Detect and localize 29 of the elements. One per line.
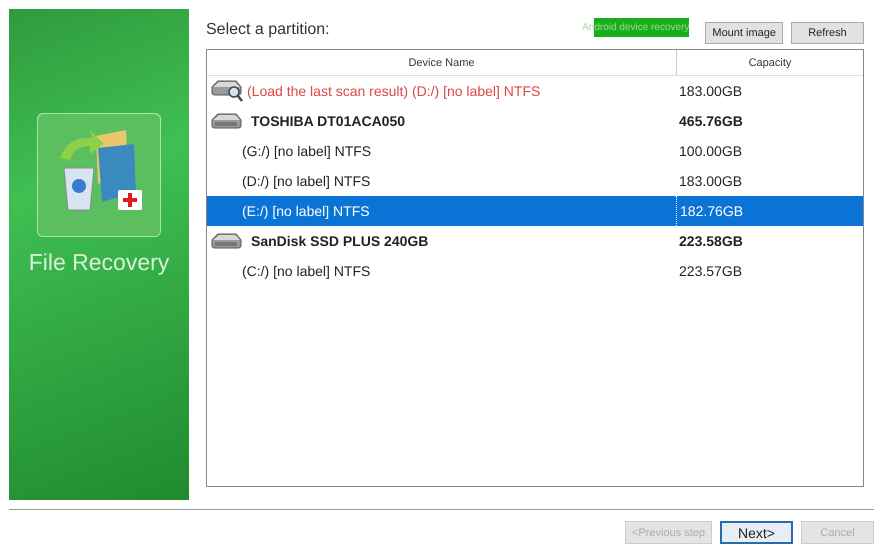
table-row[interactable]: (G:/) [no label] NTFS 100.00GB bbox=[207, 136, 863, 166]
device-name: SanDisk SSD PLUS 240GB bbox=[251, 233, 428, 249]
toolbar-button[interactable]: Refresh bbox=[791, 22, 864, 44]
capacity-cell-text: 183.00GB bbox=[678, 82, 744, 101]
capacity-cell-text: 223.58GB bbox=[678, 232, 744, 251]
table-row[interactable]: (Load the last scan result) (D:/) [no label] NTFS 183.00GB bbox=[207, 76, 863, 106]
capacity-cell: 182.76GB bbox=[676, 196, 863, 226]
capacity-cell-text: 100.00GB bbox=[678, 142, 744, 161]
table-row[interactable]: SanDisk SSD PLUS 240GB 223.58GB bbox=[207, 226, 863, 256]
device-name: (Load the last scan result) (D:/) [no label] NTFS bbox=[247, 83, 540, 99]
toolbar-button[interactable]: Mount image bbox=[705, 22, 783, 44]
capacity-cell-text: 465.76GB bbox=[678, 112, 744, 131]
device-name: (C:/) [no label] NTFS bbox=[242, 263, 370, 279]
capacity-cell-text: 183.00GB bbox=[678, 172, 744, 191]
wizard-button[interactable]: Next> bbox=[720, 521, 793, 544]
section-heading: Select a partition: bbox=[206, 21, 331, 39]
table-row[interactable]: (C:/) [no label] NTFS 223.57GB bbox=[207, 256, 863, 286]
column-header[interactable]: Capacity bbox=[676, 50, 863, 75]
device-name: (D:/) [no label] NTFS bbox=[242, 173, 370, 189]
table-row[interactable]: (E:/) [no label] NTFS 182.76GB bbox=[207, 196, 863, 226]
device-name: (E:/) [no label] NTFS bbox=[242, 203, 370, 219]
disk-search-icon bbox=[210, 79, 244, 103]
table-row[interactable]: TOSHIBA DT01ACA050 465.76GB bbox=[207, 106, 863, 136]
capacity-cell-text: 223.57GB bbox=[678, 262, 744, 281]
table-row[interactable]: (D:/) [no label] NTFS 183.00GB bbox=[207, 166, 863, 196]
column-header[interactable]: Device Name bbox=[207, 50, 676, 75]
sidebar-title: File Recovery bbox=[28, 249, 170, 276]
device-name: TOSHIBA DT01ACA050 bbox=[251, 113, 406, 129]
device-name: (G:/) [no label] NTFS bbox=[242, 143, 372, 159]
